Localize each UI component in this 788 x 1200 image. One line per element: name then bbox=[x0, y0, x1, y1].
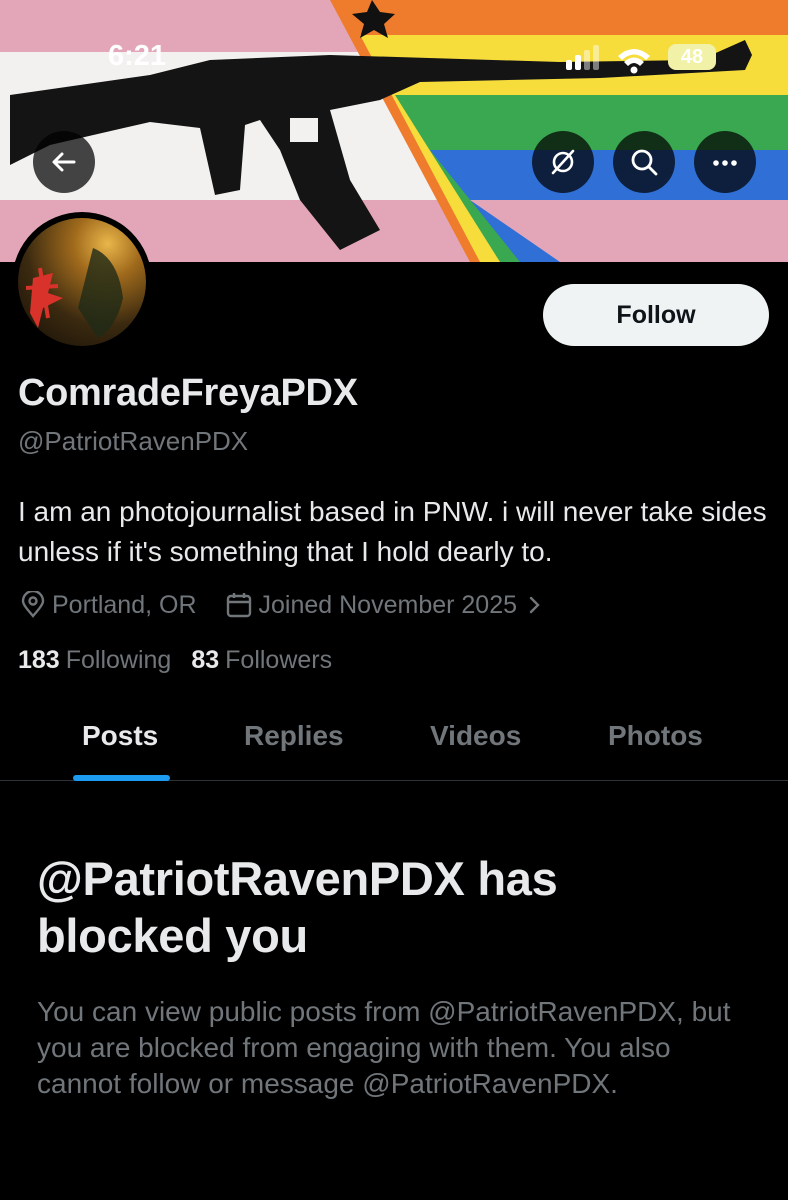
following-count: 183 bbox=[18, 646, 60, 674]
location-text: Portland, OR bbox=[52, 590, 197, 619]
arrow-left-icon bbox=[52, 152, 76, 172]
followers-link[interactable]: 83 Followers bbox=[191, 646, 332, 675]
tab-replies[interactable]: Replies bbox=[244, 720, 344, 752]
following-link[interactable]: 183 Following bbox=[18, 646, 171, 675]
profile-meta: Portland, OR Joined November 2025 bbox=[20, 588, 549, 622]
chevron-right-icon bbox=[529, 596, 540, 614]
status-time: 6:21 bbox=[108, 40, 167, 72]
blocked-description: You can view public posts from @PatriotR… bbox=[37, 996, 731, 1099]
status-bar: 6:21 48 bbox=[0, 0, 788, 110]
location-pin-icon bbox=[21, 591, 45, 618]
followers-count: 83 bbox=[191, 646, 220, 674]
more-button[interactable] bbox=[694, 131, 756, 193]
search-button[interactable] bbox=[613, 131, 675, 193]
search-icon bbox=[631, 149, 658, 176]
profile-bio: I am an photojournalist based in PNW. i … bbox=[18, 496, 767, 567]
following-label: Following bbox=[65, 646, 172, 674]
more-horizontal-icon bbox=[713, 160, 737, 166]
tab-videos[interactable]: Videos bbox=[430, 720, 521, 752]
status-icons bbox=[560, 42, 660, 76]
battery-indicator: 48 bbox=[668, 44, 716, 70]
blocked-title: @PatriotRavenPDX has blocked you bbox=[37, 852, 558, 962]
signal-wifi-icon bbox=[566, 45, 650, 74]
display-name: ComradeFreyaPDX bbox=[18, 372, 358, 414]
joined-item[interactable]: Joined November 2025 bbox=[225, 591, 550, 620]
active-tab-indicator bbox=[73, 775, 170, 781]
broken-sync-icon bbox=[551, 149, 575, 175]
follow-button[interactable]: Follow bbox=[543, 284, 769, 346]
tab-photos[interactable]: Photos bbox=[608, 720, 703, 752]
follow-stats: 183 Following 83 Followers bbox=[18, 646, 332, 675]
avatar-image bbox=[18, 218, 146, 346]
joined-text: Joined November 2025 bbox=[258, 590, 518, 619]
avatar-photo bbox=[25, 248, 123, 338]
sync-button[interactable] bbox=[532, 131, 594, 193]
location-item: Portland, OR bbox=[20, 591, 197, 620]
profile-tabs: Posts Replies Videos Photos bbox=[0, 708, 788, 781]
battery-level: 48 bbox=[680, 45, 704, 68]
profile-handle: @PatriotRavenPDX bbox=[18, 426, 249, 456]
followers-label: Followers bbox=[225, 646, 333, 674]
tab-posts[interactable]: Posts bbox=[82, 720, 158, 752]
back-button[interactable] bbox=[33, 131, 95, 193]
avatar[interactable] bbox=[12, 212, 152, 352]
calendar-icon bbox=[226, 593, 251, 618]
